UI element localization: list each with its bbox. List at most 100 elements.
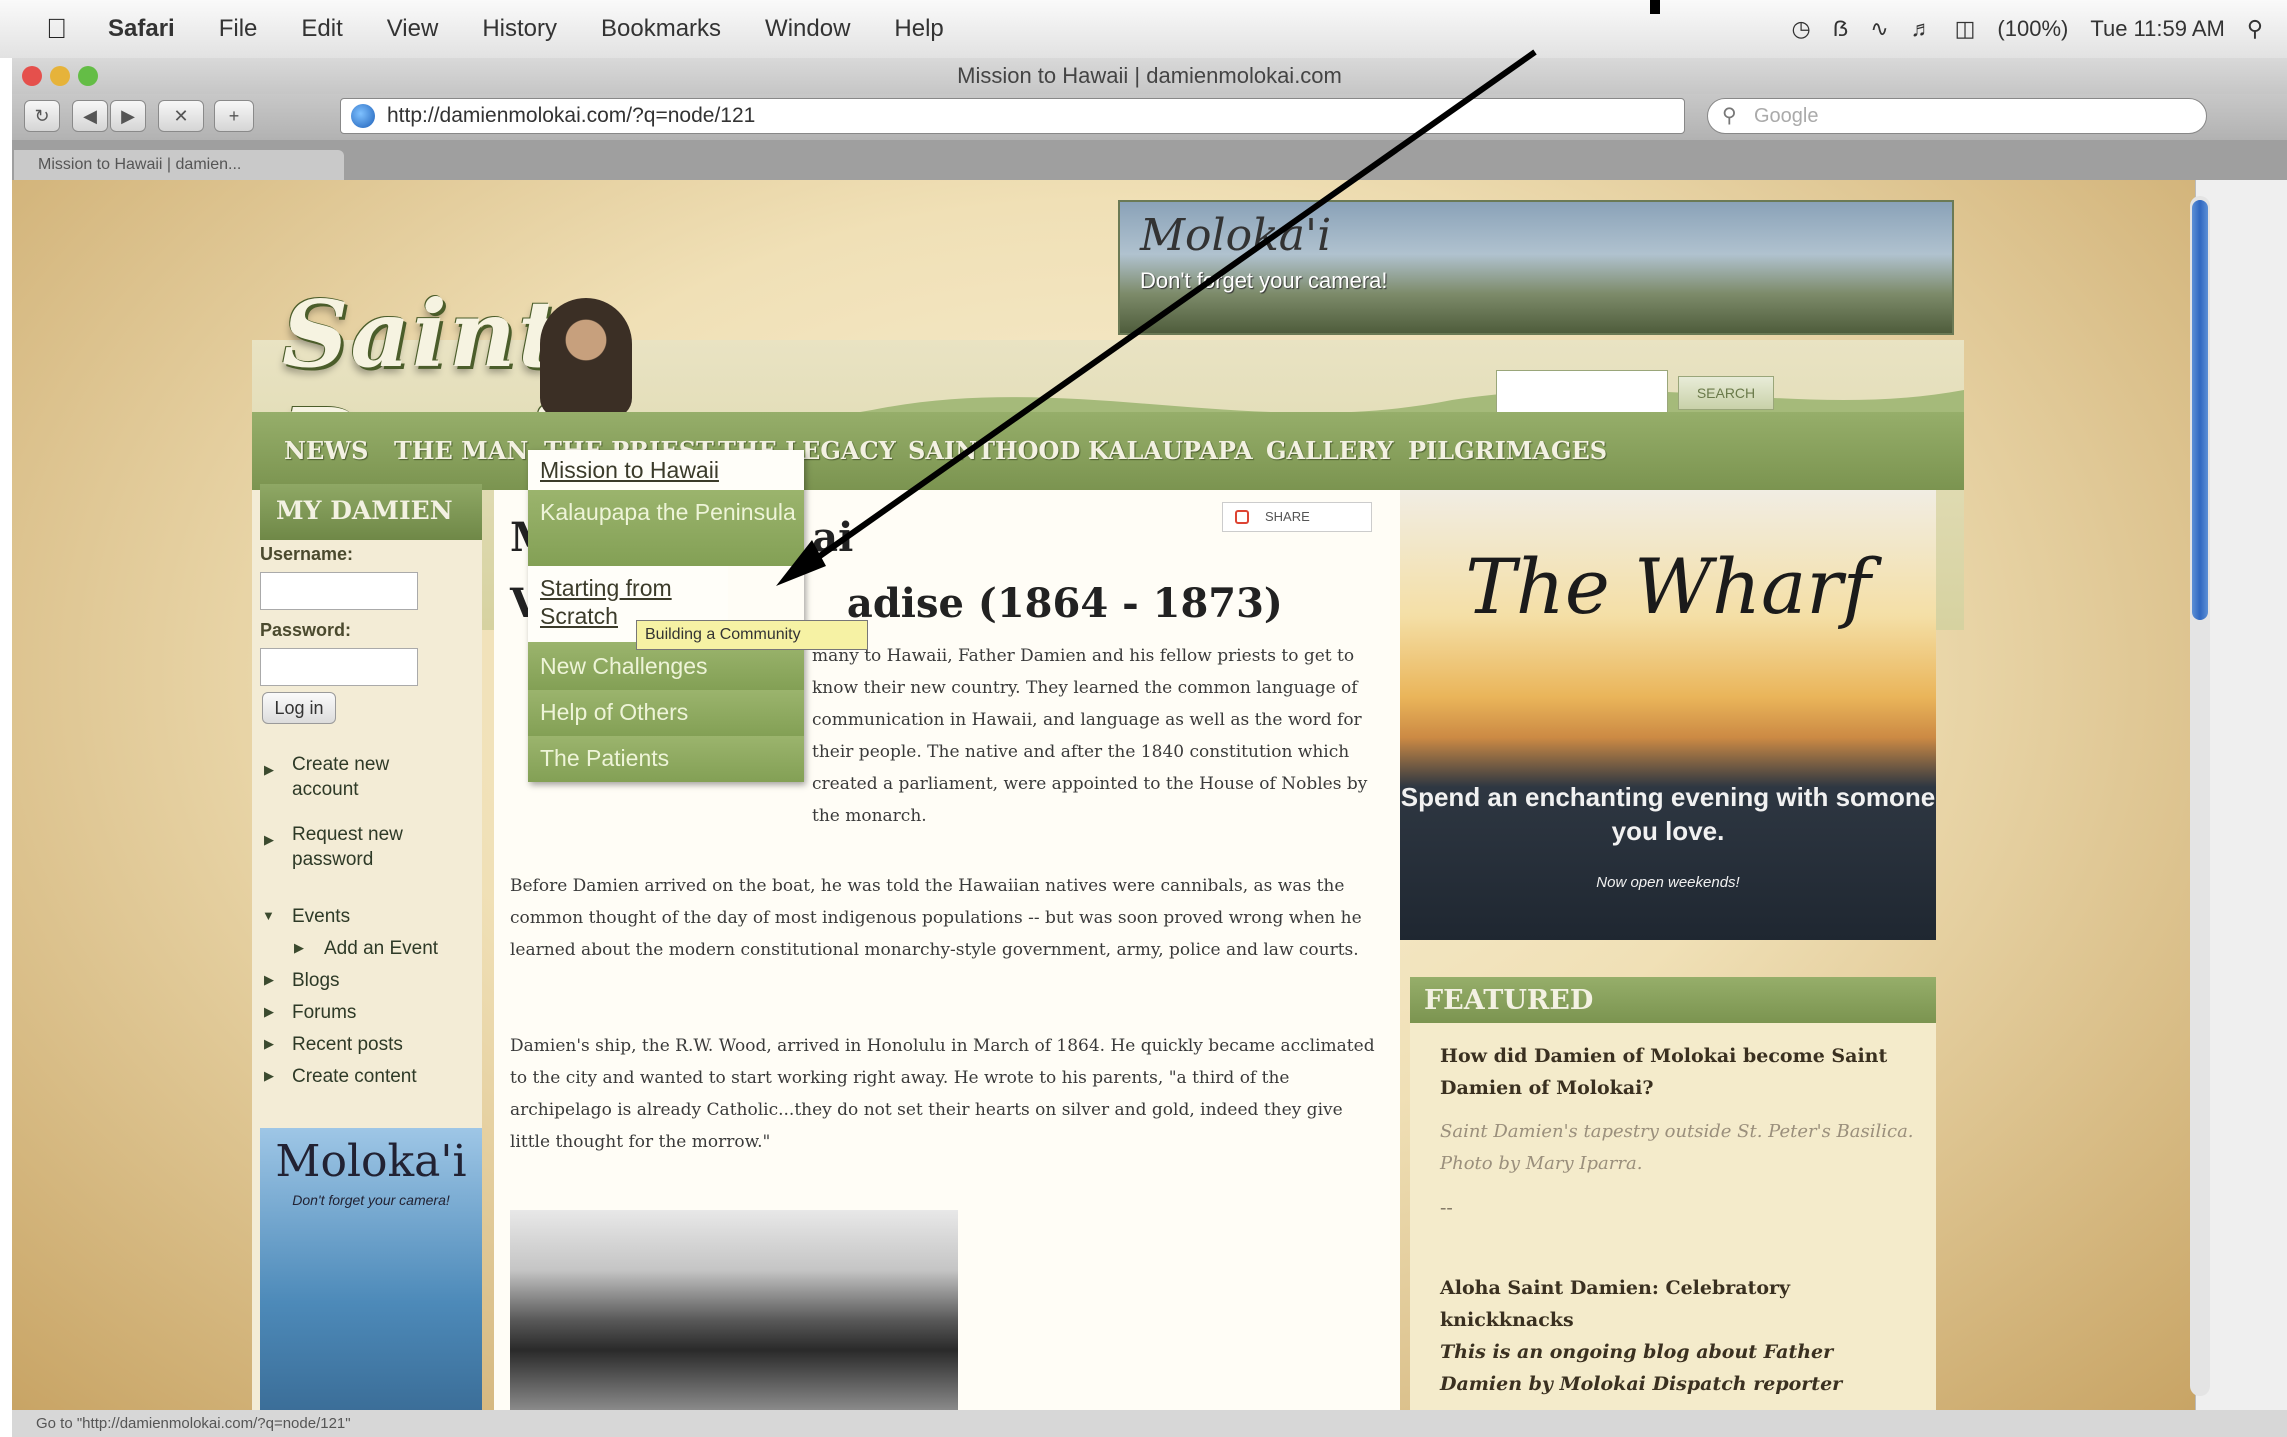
bullet-icon: ▶: [294, 940, 304, 955]
menu-view[interactable]: View: [387, 15, 439, 43]
article-subheading-end: adise (1864 - 1873): [846, 580, 1283, 627]
nav-the-man[interactable]: THE MAN: [394, 436, 528, 465]
site-search-button[interactable]: SEARCH: [1678, 376, 1774, 410]
menu-history[interactable]: History: [482, 15, 557, 43]
username-field[interactable]: [260, 572, 418, 610]
nav-sainthood[interactable]: SAINTHOOD: [908, 436, 1080, 465]
address-bar-url: http://damienmolokai.com/?q=node/121: [387, 104, 756, 127]
menu-app-name[interactable]: Safari: [108, 15, 175, 43]
share-button[interactable]: SHARE: [1222, 502, 1372, 532]
password-field[interactable]: [260, 648, 418, 686]
my-damien-header: MY DAMIEN: [260, 484, 482, 540]
google-search-field[interactable]: ⚲ Google: [1707, 98, 2207, 134]
site-favicon-icon: [351, 104, 375, 128]
nav-news[interactable]: NEWS: [284, 436, 369, 465]
tab-bar: Mission to Hawaii | damien...: [12, 140, 2287, 180]
expanded-arrow-icon: ▼: [262, 908, 275, 923]
status-bar: Go to "http://damienmolokai.com/?q=node/…: [12, 1410, 2287, 1437]
wifi-icon[interactable]: ∿: [1870, 16, 1888, 42]
bluetooth-icon[interactable]: ẞ: [1833, 16, 1848, 42]
web-page: Saint Damien Moloka'i Don't forget your …: [12, 180, 2195, 1410]
sidebar-ad-title: Moloka'i: [275, 1136, 467, 1187]
clock[interactable]: Tue 11:59 AM: [2090, 16, 2225, 42]
featured-link-2[interactable]: Aloha Saint Damien: Celebratory knickkna…: [1440, 1272, 1920, 1336]
wharf-ad-note: Now open weekends!: [1596, 874, 1740, 891]
address-bar[interactable]: http://damienmolokai.com/?q=node/121: [340, 98, 1685, 134]
forward-icon[interactable]: ▶: [110, 100, 146, 132]
add-event-link[interactable]: Add an Event: [324, 936, 464, 961]
time-machine-icon[interactable]: ◷: [1792, 16, 1811, 42]
menu-bookmarks[interactable]: Bookmarks: [601, 15, 721, 43]
featured-divider: --: [1440, 1197, 1453, 1219]
share-label: SHARE: [1265, 509, 1310, 524]
blogs-link[interactable]: Blogs: [292, 968, 432, 993]
dropdown-help-of-others[interactable]: Help of Others: [528, 690, 804, 736]
wharf-ad-title: The Wharf: [1465, 542, 1871, 631]
forums-link[interactable]: Forums: [292, 1000, 432, 1025]
tooltip: Building a Community: [636, 620, 868, 650]
sidebar-ad-subtitle: Don't forget your camera!: [292, 1192, 450, 1208]
dropdown-kalaupapa[interactable]: Kalaupapa the Peninsula: [528, 490, 804, 566]
window-title: Mission to Hawaii | damienmolokai.com: [957, 63, 1342, 88]
top-banner-subtitle: Don't forget your camera!: [1140, 268, 1388, 293]
menu-file[interactable]: File: [219, 15, 258, 43]
page-title-end: ai: [812, 514, 854, 561]
site-search-input[interactable]: [1496, 370, 1668, 414]
volume-icon[interactable]: ♬: [1911, 16, 1933, 42]
reload-icon[interactable]: ↻: [24, 100, 60, 132]
featured-desc-2: This is an ongoing blog about Father Dam…: [1440, 1341, 1843, 1395]
recent-posts-link[interactable]: Recent posts: [292, 1032, 432, 1057]
featured-caption-1: Saint Damien's tapestry outside St. Pete…: [1440, 1121, 1914, 1174]
dropdown-mission-to-hawaii[interactable]: Mission to Hawaii: [528, 450, 804, 490]
login-button[interactable]: Log in: [262, 692, 336, 724]
spotlight-icon[interactable]: ⚲: [2247, 16, 2263, 42]
window-titlebar: Mission to Hawaii | damienmolokai.com: [12, 58, 2287, 94]
apple-icon[interactable]: : [46, 13, 76, 45]
snapback-icon[interactable]: ✕: [158, 100, 204, 132]
main-nav: NEWS THE MAN THE PRIEST THE LEGACY SAINT…: [252, 412, 1964, 490]
damien-portrait-icon: [540, 298, 632, 418]
create-content-link[interactable]: Create content: [292, 1064, 432, 1089]
article-paragraph-2: Before Damien arrived on the boat, he wa…: [510, 876, 1362, 960]
nav-kalaupapa[interactable]: KALAUPAPA: [1088, 436, 1253, 465]
request-password-link[interactable]: Request new password: [292, 822, 432, 872]
menu-edit[interactable]: Edit: [301, 15, 342, 43]
nav-pilgrimages[interactable]: PILGRIMAGES: [1408, 436, 1607, 465]
menubar-status: ◷ ẞ ∿ ♬ ◫ (100%) Tue 11:59 AM ⚲: [1792, 0, 2263, 58]
featured-link-1[interactable]: How did Damien of Molokai become Saint D…: [1440, 1040, 1920, 1104]
tab-current[interactable]: Mission to Hawaii | damien...: [14, 150, 344, 180]
menu-window[interactable]: Window: [765, 15, 850, 43]
add-bookmark-icon[interactable]: +: [214, 100, 254, 132]
bullet-icon: ▶: [264, 1036, 274, 1051]
sidebar-molokai-ad[interactable]: Moloka'i Don't forget your camera!: [260, 1128, 482, 1410]
featured-header: FEATURED: [1410, 977, 1936, 1023]
bullet-icon: ▶: [264, 1004, 274, 1019]
bullet-icon: ▶: [264, 832, 274, 847]
share-icon: [1235, 510, 1249, 524]
browser-toolbar: ↻ ◀ ▶ ✕ + http://damienmolokai.com/?q=no…: [12, 94, 2287, 140]
bullet-icon: ▶: [264, 1068, 274, 1083]
bullet-icon: ▶: [264, 972, 274, 987]
battery-percent: (100%): [1997, 16, 2069, 41]
dropdown-the-patients[interactable]: The Patients: [528, 736, 804, 782]
search-icon: ⚲: [1722, 105, 1737, 127]
bullet-icon: ▶: [264, 762, 274, 777]
create-account-link[interactable]: Create new account: [292, 752, 432, 802]
priest-dropdown-menu: Mission to Hawaii Kalaupapa the Peninsul…: [528, 450, 804, 782]
username-label: Username:: [260, 544, 354, 564]
scrollbar-thumb[interactable]: [2192, 200, 2208, 620]
password-label: Password:: [260, 620, 352, 640]
nav-gallery[interactable]: GALLERY: [1266, 436, 1394, 465]
battery-icon[interactable]: ◫: [1955, 16, 1976, 42]
back-icon[interactable]: ◀: [72, 100, 108, 132]
top-banner-ad[interactable]: Moloka'i Don't forget your camera!: [1118, 200, 1954, 335]
wharf-ad[interactable]: The Wharf Spend an enchanting evening wi…: [1400, 490, 1936, 940]
mac-menubar:  Safari File Edit View History Bookmark…: [0, 0, 2287, 58]
wharf-ad-line: Spend an enchanting evening with somone …: [1400, 782, 1936, 846]
ship-photo: [510, 1210, 958, 1410]
menu-help[interactable]: Help: [894, 15, 943, 43]
site-logo[interactable]: Saint Damien: [282, 240, 942, 496]
article-paragraph-3: Damien's ship, the R.W. Wood, arrived in…: [510, 1036, 1375, 1152]
google-search-placeholder: Google: [1754, 105, 1819, 127]
events-link[interactable]: Events: [292, 904, 432, 929]
